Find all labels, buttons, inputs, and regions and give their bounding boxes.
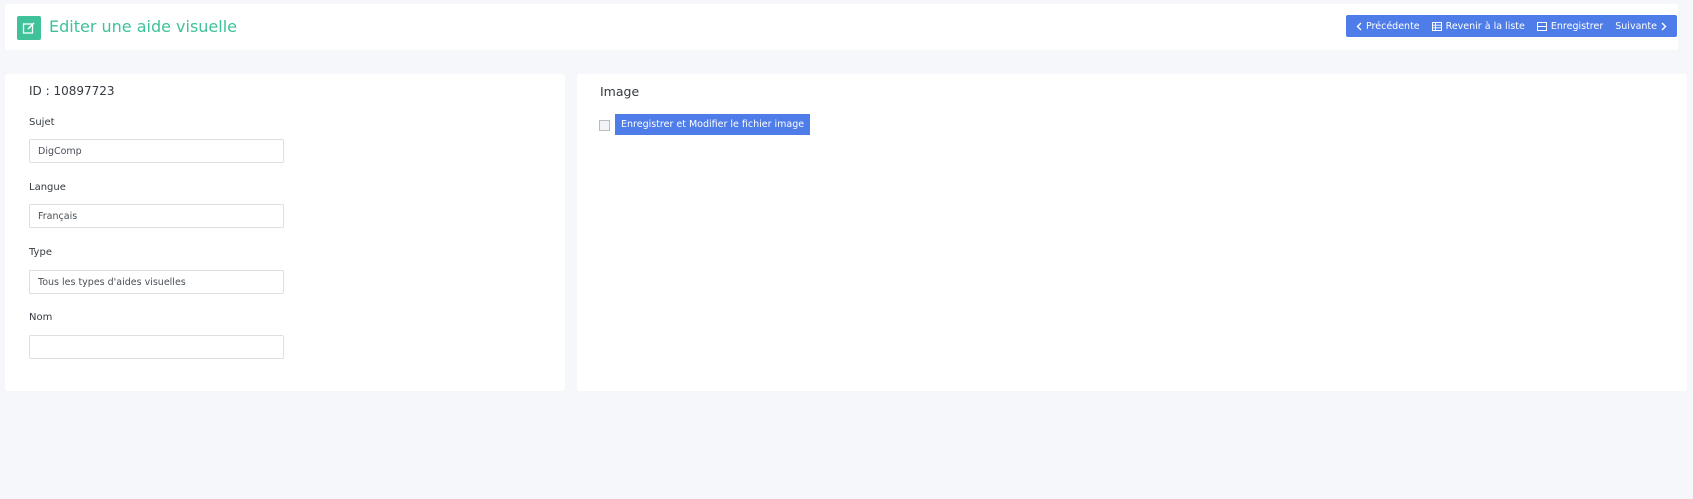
table-icon — [1431, 21, 1442, 31]
save-and-edit-image-button[interactable]: Enregistrer et Modifier le fichier image — [615, 114, 811, 135]
navigation-toolbar: Précédente Revenir à la liste Enregistre… — [1346, 15, 1677, 37]
language-label: Langue — [29, 182, 66, 193]
save-button[interactable]: Enregistrer — [1536, 20, 1604, 32]
chevron-left-icon — [1356, 22, 1362, 30]
type-label: Type — [29, 247, 52, 258]
record-id: ID : 10897723 — [29, 84, 115, 98]
back-to-list-label: Revenir à la liste — [1445, 20, 1525, 32]
name-field[interactable] — [29, 335, 284, 359]
next-button-label: Suivante — [1615, 20, 1657, 32]
language-field[interactable] — [29, 204, 284, 228]
type-field[interactable] — [29, 270, 284, 294]
page-header: Editer une aide visuelle Précédente Reve… — [5, 4, 1678, 50]
chevron-right-icon — [1661, 22, 1667, 30]
name-label: Nom — [29, 312, 53, 323]
details-card: ID : 10897723 Sujet Langue Type Nom — [5, 74, 565, 391]
edit-icon — [17, 16, 41, 40]
previous-button[interactable]: Précédente — [1356, 21, 1420, 32]
save-button-label: Enregistrer — [1550, 20, 1604, 32]
page-title: Editer une aide visuelle — [49, 17, 238, 36]
next-button[interactable]: Suivante — [1615, 21, 1667, 32]
back-to-list-button[interactable]: Revenir à la liste — [1431, 20, 1525, 32]
subject-label: Sujet — [29, 117, 55, 128]
subject-field[interactable] — [29, 139, 284, 163]
previous-button-label: Précédente — [1366, 20, 1420, 32]
image-panel-title: Image — [600, 84, 640, 99]
image-card: Image Enregistrer et Modifier le fichier… — [577, 74, 1687, 391]
save-icon — [1536, 21, 1547, 31]
broken-image-icon — [599, 120, 610, 131]
